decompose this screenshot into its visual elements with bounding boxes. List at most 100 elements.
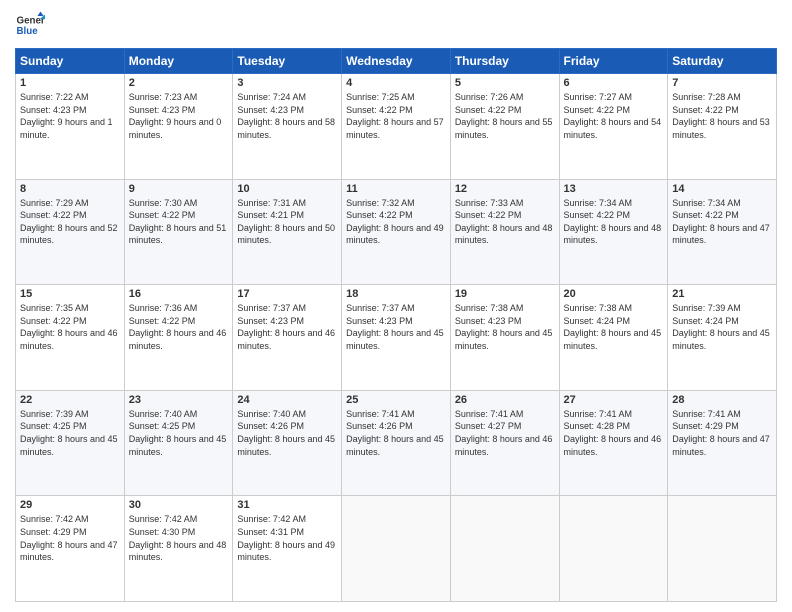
day-info: Sunrise: 7:27 AMSunset: 4:22 PMDaylight:… [564,92,662,140]
calendar-cell: 10Sunrise: 7:31 AMSunset: 4:21 PMDayligh… [233,179,342,285]
calendar-cell: 26Sunrise: 7:41 AMSunset: 4:27 PMDayligh… [450,390,559,496]
calendar-cell: 22 Sunrise: 7:39 AMSunset: 4:25 PMDayligh… [16,390,125,496]
day-number: 9 [129,183,229,195]
day-number: 3 [237,77,337,89]
calendar-cell: 19Sunrise: 7:38 AMSunset: 4:23 PMDayligh… [450,285,559,391]
calendar-cell [450,496,559,602]
day-number: 4 [346,77,446,89]
day-number: 6 [564,77,664,89]
calendar-cell: 24 Sunrise: 7:40 AMSunset: 4:26 PMDayligh… [233,390,342,496]
day-info: Sunrise: 7:41 AMSunset: 4:26 PMDaylight:… [346,409,444,457]
calendar-cell: 11 Sunrise: 7:32 AMSunset: 4:22 PMDayligh… [342,179,451,285]
calendar-cell: 6 Sunrise: 7:27 AMSunset: 4:22 PMDaylight… [559,74,668,180]
calendar-cell: 15 Sunrise: 7:35 AMSunset: 4:22 PMDayligh… [16,285,125,391]
day-info: Sunrise: 7:40 AMSunset: 4:26 PMDaylight:… [237,409,335,457]
calendar-cell: 3 Sunrise: 7:24 AMSunset: 4:23 PMDaylight… [233,74,342,180]
day-info: Sunrise: 7:32 AMSunset: 4:22 PMDaylight:… [346,198,444,246]
calendar-week-row: 15 Sunrise: 7:35 AMSunset: 4:22 PMDayligh… [16,285,777,391]
calendar-cell: 2 Sunrise: 7:23 AMSunset: 4:23 PMDaylight… [124,74,233,180]
header: General Blue [15,10,777,40]
svg-text:General: General [17,16,46,27]
calendar-cell: 1 Sunrise: 7:22 AMSunset: 4:23 PMDaylight… [16,74,125,180]
day-number: 29 [20,499,120,511]
day-number: 17 [237,288,337,300]
day-info: Sunrise: 7:22 AMSunset: 4:23 PMDaylight:… [20,92,113,140]
calendar-cell: 30Sunrise: 7:42 AMSunset: 4:30 PMDayligh… [124,496,233,602]
calendar-cell: 25 Sunrise: 7:41 AMSunset: 4:26 PMDayligh… [342,390,451,496]
weekday-header-row: SundayMondayTuesdayWednesdayThursdayFrid… [16,49,777,74]
calendar-cell [668,496,777,602]
day-info: Sunrise: 7:42 AMSunset: 4:29 PMDaylight:… [20,514,118,562]
day-info: Sunrise: 7:33 AMSunset: 4:22 PMDaylight:… [455,198,553,246]
day-number: 2 [129,77,229,89]
day-number: 5 [455,77,555,89]
day-info: Sunrise: 7:40 AMSunset: 4:25 PMDaylight:… [129,409,227,457]
calendar-cell: 18Sunrise: 7:37 AMSunset: 4:23 PMDayligh… [342,285,451,391]
day-number: 19 [455,288,555,300]
calendar-cell: 17 Sunrise: 7:37 AMSunset: 4:23 PMDayligh… [233,285,342,391]
day-info: Sunrise: 7:25 AMSunset: 4:22 PMDaylight:… [346,92,444,140]
day-number: 20 [564,288,664,300]
calendar-week-row: 8 Sunrise: 7:29 AMSunset: 4:22 PMDaylight… [16,179,777,285]
logo-icon: General Blue [15,10,45,40]
svg-text:Blue: Blue [17,26,39,37]
calendar-cell: 13 Sunrise: 7:34 AMSunset: 4:22 PMDayligh… [559,179,668,285]
calendar-cell: 8 Sunrise: 7:29 AMSunset: 4:22 PMDaylight… [16,179,125,285]
day-number: 22 [20,394,120,406]
weekday-header-cell: Saturday [668,49,777,74]
day-number: 24 [237,394,337,406]
day-number: 21 [672,288,772,300]
weekday-header-cell: Monday [124,49,233,74]
day-info: Sunrise: 7:41 AMSunset: 4:27 PMDaylight:… [455,409,553,457]
day-number: 25 [346,394,446,406]
day-info: Sunrise: 7:37 AMSunset: 4:23 PMDaylight:… [346,303,444,351]
day-info: Sunrise: 7:39 AMSunset: 4:24 PMDaylight:… [672,303,770,351]
day-number: 11 [346,183,446,195]
day-info: Sunrise: 7:39 AMSunset: 4:25 PMDaylight:… [20,409,118,457]
calendar: SundayMondayTuesdayWednesdayThursdayFrid… [15,48,777,602]
calendar-week-row: 1 Sunrise: 7:22 AMSunset: 4:23 PMDaylight… [16,74,777,180]
weekday-header-cell: Friday [559,49,668,74]
calendar-cell: 29 Sunrise: 7:42 AMSunset: 4:29 PMDayligh… [16,496,125,602]
weekday-header-cell: Thursday [450,49,559,74]
day-number: 16 [129,288,229,300]
day-number: 15 [20,288,120,300]
day-number: 1 [20,77,120,89]
weekday-header-cell: Sunday [16,49,125,74]
calendar-cell: 14Sunrise: 7:34 AMSunset: 4:22 PMDayligh… [668,179,777,285]
weekday-header-cell: Wednesday [342,49,451,74]
day-info: Sunrise: 7:35 AMSunset: 4:22 PMDaylight:… [20,303,118,351]
logo: General Blue [15,10,45,40]
day-number: 30 [129,499,229,511]
calendar-cell: 9 Sunrise: 7:30 AMSunset: 4:22 PMDaylight… [124,179,233,285]
day-info: Sunrise: 7:23 AMSunset: 4:23 PMDaylight:… [129,92,222,140]
day-info: Sunrise: 7:34 AMSunset: 4:22 PMDaylight:… [564,198,662,246]
day-info: Sunrise: 7:41 AMSunset: 4:29 PMDaylight:… [672,409,770,457]
day-number: 23 [129,394,229,406]
day-number: 8 [20,183,120,195]
calendar-cell: 27 Sunrise: 7:41 AMSunset: 4:28 PMDayligh… [559,390,668,496]
day-info: Sunrise: 7:29 AMSunset: 4:22 PMDaylight:… [20,198,118,246]
day-info: Sunrise: 7:26 AMSunset: 4:22 PMDaylight:… [455,92,553,140]
day-info: Sunrise: 7:24 AMSunset: 4:23 PMDaylight:… [237,92,335,140]
day-info: Sunrise: 7:41 AMSunset: 4:28 PMDaylight:… [564,409,662,457]
day-number: 13 [564,183,664,195]
day-number: 7 [672,77,772,89]
calendar-cell: 7 Sunrise: 7:28 AMSunset: 4:22 PMDaylight… [668,74,777,180]
calendar-cell: 20 Sunrise: 7:38 AMSunset: 4:24 PMDayligh… [559,285,668,391]
calendar-cell: 4 Sunrise: 7:25 AMSunset: 4:22 PMDaylight… [342,74,451,180]
day-number: 14 [672,183,772,195]
weekday-header-cell: Tuesday [233,49,342,74]
calendar-cell: 23 Sunrise: 7:40 AMSunset: 4:25 PMDayligh… [124,390,233,496]
day-info: Sunrise: 7:28 AMSunset: 4:22 PMDaylight:… [672,92,770,140]
day-info: Sunrise: 7:30 AMSunset: 4:22 PMDaylight:… [129,198,227,246]
day-number: 12 [455,183,555,195]
day-number: 10 [237,183,337,195]
day-number: 27 [564,394,664,406]
calendar-cell: 12 Sunrise: 7:33 AMSunset: 4:22 PMDayligh… [450,179,559,285]
calendar-cell: 21 Sunrise: 7:39 AMSunset: 4:24 PMDayligh… [668,285,777,391]
calendar-cell [559,496,668,602]
day-info: Sunrise: 7:38 AMSunset: 4:24 PMDaylight:… [564,303,662,351]
day-info: Sunrise: 7:37 AMSunset: 4:23 PMDaylight:… [237,303,335,351]
day-info: Sunrise: 7:36 AMSunset: 4:22 PMDaylight:… [129,303,227,351]
